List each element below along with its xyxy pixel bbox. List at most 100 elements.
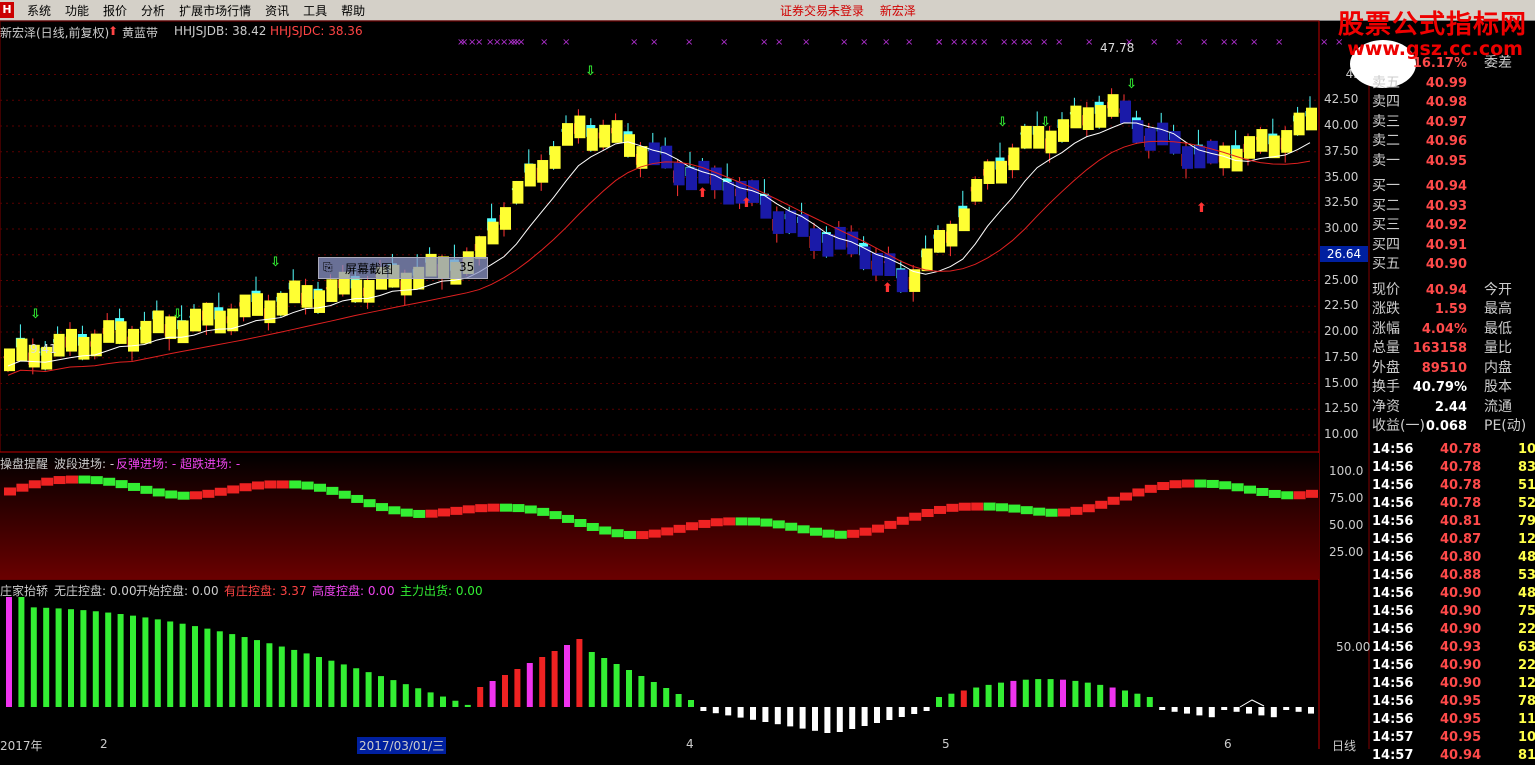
osc-block (165, 490, 178, 499)
control-bar (402, 684, 409, 707)
control-bar (1159, 707, 1166, 710)
quote-label-2: PE(动) (1484, 418, 1527, 434)
osc-block (376, 503, 388, 512)
osc-block (338, 490, 351, 499)
signal-mark: × (860, 37, 868, 48)
quote-value: 40.99 (1425, 75, 1467, 91)
band-block (239, 294, 251, 318)
band-block (276, 292, 288, 316)
osc-block (190, 491, 202, 500)
tick-price: 40.95 (1440, 711, 1482, 727)
quote-label: 买五 (1372, 256, 1400, 272)
band-block (772, 211, 784, 234)
buy-arrow-icon: ⇩ (997, 115, 1008, 130)
control-bar (489, 681, 496, 707)
tick-price: 40.88 (1440, 567, 1482, 583)
osc-wave-entry: 波段进场: - (54, 457, 115, 471)
osc-block (834, 530, 847, 539)
signal-mark: × (650, 37, 658, 48)
quote-value: 40.90 (1425, 257, 1467, 272)
osc-block (1182, 479, 1194, 488)
osc-block (934, 505, 946, 514)
osc-rebound-entry: 反弹进场: - (116, 457, 177, 471)
quote-value: 0.068 (1425, 419, 1467, 434)
control-bar (1246, 707, 1252, 714)
osc-block (78, 475, 91, 484)
control-bar (898, 707, 905, 717)
band-block (1256, 129, 1268, 152)
osc-block (227, 485, 240, 494)
signal-mark: × (935, 37, 943, 48)
tick-time: 14:56 (1372, 657, 1414, 673)
cursor-price-marker: 26.64 (1320, 246, 1368, 262)
signal-mark: × (685, 37, 693, 48)
osc-block (140, 485, 153, 494)
osc-block (115, 480, 128, 489)
bar-end-line (1239, 699, 1265, 708)
quote-value: 40.79% (1412, 380, 1467, 395)
has-control-value: 有庄控盘: 3.37 (224, 584, 307, 598)
quote-label-2: 股本 (1484, 379, 1512, 395)
quote-label: 卖五 (1372, 74, 1400, 91)
band-block (1070, 105, 1082, 129)
control-bar (1270, 707, 1277, 718)
control-bar (477, 687, 484, 707)
control-bar (18, 597, 25, 707)
signal-mark: × (760, 37, 768, 48)
control-bar (303, 653, 310, 707)
quote-value: 40.94 (1425, 179, 1467, 194)
sell-arrow-icon: ⬆ (741, 196, 752, 211)
chart-canvas[interactable]: ×× ×× ××××××× × × × × × × × × × × × × × × × × × × × × × × × × ×× × × ×… (0, 0, 1535, 749)
control-bar (68, 609, 74, 707)
quote-value: 40.94 (1425, 282, 1467, 298)
tick-price: 40.81 (1440, 513, 1482, 529)
control-bar (874, 707, 880, 723)
main-shipment-value: 主力出货: 0.00 (400, 584, 483, 598)
control-bar (192, 626, 198, 707)
control-bar (626, 670, 632, 707)
band-block (723, 181, 735, 205)
osc-block (971, 502, 984, 511)
tick-volume: 63 (1518, 639, 1535, 655)
quote-value: 40.93 (1425, 198, 1467, 214)
tick-row: 14:56 40.80 48 (1370, 549, 1535, 567)
control-bar (1233, 707, 1240, 712)
osc-block (648, 529, 661, 538)
control-bar (278, 646, 285, 707)
osc-tick: 100.0 (1329, 464, 1364, 478)
control-bar (130, 615, 136, 707)
control-bar (154, 619, 161, 707)
tooltip-text: 屏幕截图 (345, 262, 394, 276)
band-block (896, 269, 908, 293)
tick-volume: 83 (1518, 459, 1535, 475)
control-bar (427, 692, 434, 707)
control-bar (650, 682, 657, 707)
band-block (934, 229, 945, 253)
tick-row: 14:57 40.95 107 (1370, 729, 1535, 747)
band-block (958, 208, 970, 232)
tick-time: 14:56 (1372, 495, 1414, 511)
signal-mark: × (630, 37, 638, 48)
band-block (996, 160, 1007, 184)
band-block (1095, 105, 1107, 128)
tick-price: 40.94 (1440, 747, 1482, 763)
band-block (884, 253, 896, 277)
control-bar (1084, 682, 1091, 707)
osc-block (562, 514, 574, 523)
quote-label: 卖三 (1372, 113, 1400, 130)
screenshot-tooltip[interactable]: ⎘ 屏幕截图 35 (318, 257, 488, 279)
period-label[interactable]: 日线 (1332, 737, 1356, 754)
tick-time: 14:57 (1372, 747, 1414, 763)
band-block (252, 293, 263, 316)
band-block (202, 302, 214, 326)
band-block (4, 348, 15, 372)
osc-block (574, 519, 587, 528)
control-bar (1035, 679, 1042, 707)
stat-row: 换手 40.79% 股本 (1370, 378, 1535, 397)
osc-block (748, 517, 760, 526)
tick-price: 40.78 (1440, 495, 1482, 511)
bid-row: 买五 40.90 (1370, 255, 1535, 274)
signal-mark: × (970, 37, 978, 48)
control-bar (340, 664, 347, 707)
control-bar (1047, 679, 1054, 707)
